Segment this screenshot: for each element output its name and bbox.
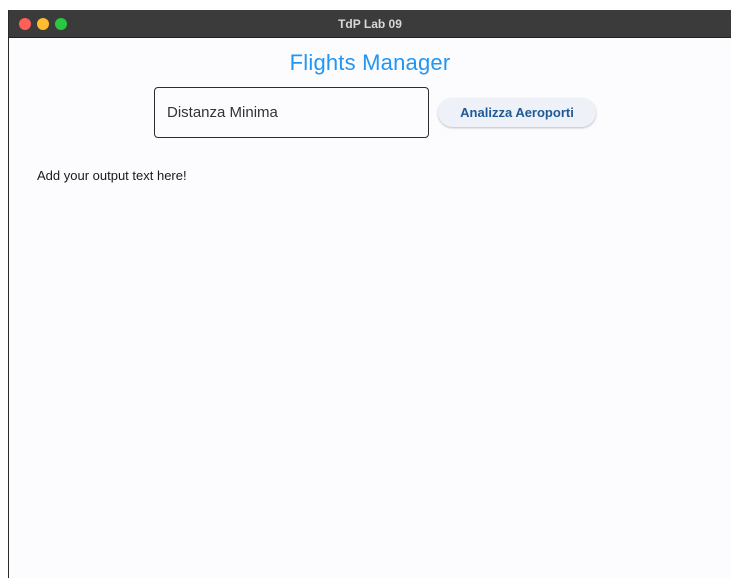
main-content: Flights Manager Analizza Aeroporti Add y… <box>9 38 731 578</box>
page-title: Flights Manager <box>289 50 451 75</box>
min-distance-input[interactable] <box>155 88 428 137</box>
app-window: TdP Lab 09 Flights Manager Analizza Aero… <box>8 10 731 578</box>
window-title: TdP Lab 09 <box>338 17 402 31</box>
title-bar: TdP Lab 09 <box>9 10 731 38</box>
output-text: Add your output text here! <box>37 168 187 183</box>
analyze-airports-button[interactable]: Analizza Aeroporti <box>438 98 596 127</box>
min-distance-field <box>154 87 429 138</box>
